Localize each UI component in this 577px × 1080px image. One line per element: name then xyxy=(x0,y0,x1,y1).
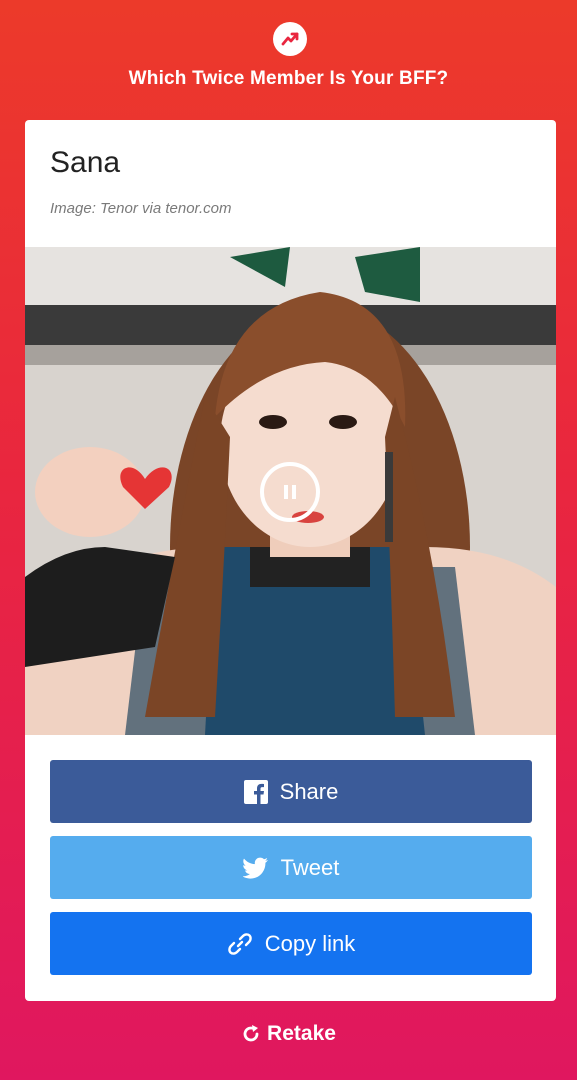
facebook-share-button[interactable]: Share xyxy=(50,760,532,823)
refresh-icon xyxy=(241,1024,261,1044)
copy-link-button[interactable]: Copy link xyxy=(50,912,532,975)
copy-link-label: Copy link xyxy=(264,930,356,956)
retake-label: Retake xyxy=(267,1022,336,1045)
result-gif[interactable] xyxy=(25,247,556,735)
share-label: Share xyxy=(279,778,339,804)
tweet-label: Tweet xyxy=(280,854,340,880)
tweet-button[interactable]: Tweet xyxy=(50,836,532,899)
result-title: Sana xyxy=(50,146,121,179)
link-icon xyxy=(227,931,253,957)
trending-icon xyxy=(273,22,307,56)
pause-button[interactable] xyxy=(260,462,320,522)
quiz-title: Which Twice Member Is Your BFF? xyxy=(128,68,449,89)
retake-button[interactable]: Retake xyxy=(0,1022,577,1046)
image-credit: Image: Tenor via tenor.com xyxy=(50,200,232,217)
twitter-icon xyxy=(242,857,269,879)
pause-icon xyxy=(284,485,296,499)
facebook-icon xyxy=(243,779,268,804)
result-card: Sana Image: Tenor via tenor.com Share Tw… xyxy=(25,120,556,1001)
quiz-header: Which Twice Member Is Your BFF? xyxy=(0,0,577,120)
